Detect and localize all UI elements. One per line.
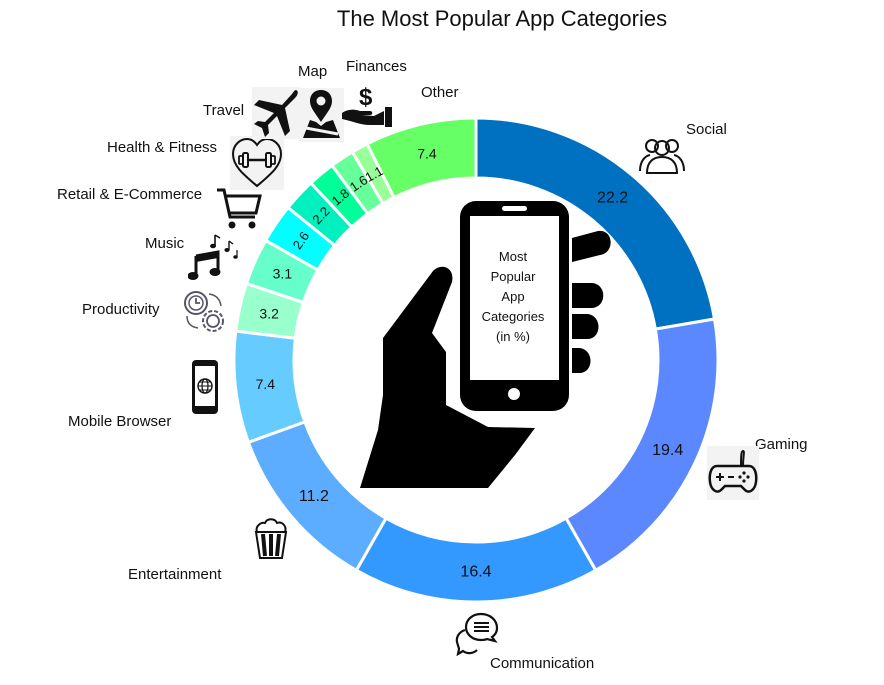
finger-2 (572, 283, 604, 308)
category-label-music: Music (145, 235, 185, 252)
category-label-mobile-browser: Mobile Browser (68, 413, 172, 430)
value-label: 22.2 (597, 189, 628, 206)
category-label-gaming: Gaming (755, 436, 808, 453)
value-label: 3.1 (273, 266, 293, 282)
category-label-health-fitness: Health & Fitness (107, 139, 218, 156)
heart-dumbbell-icon (230, 136, 284, 190)
value-label: 3.2 (259, 306, 279, 322)
smartphone-globe-icon (192, 360, 218, 414)
donut-segment-communication (354, 516, 598, 604)
category-label-social: Social (686, 121, 727, 138)
value-label: 11.2 (299, 488, 329, 505)
finger-3 (572, 314, 599, 339)
category-label-travel: Travel (203, 102, 245, 119)
category-label-communication: Communication (490, 655, 595, 672)
center-label: Most Popular App Categories (in %) (468, 247, 558, 347)
gamepad-icon (707, 446, 759, 500)
popcorn-icon (254, 518, 288, 559)
category-label-other: Other (421, 84, 459, 101)
center-label-line: (in %) (496, 329, 530, 344)
music-notes-icon (188, 234, 238, 280)
center-label-line: Popular (490, 269, 536, 284)
svg-text:$: $ (359, 84, 373, 111)
category-label-map: Map (298, 63, 328, 80)
value-label: 7.4 (256, 376, 276, 392)
value-label: 16.4 (460, 564, 491, 581)
airplane-icon (252, 87, 300, 139)
category-label-entertainment: Entertainment (128, 566, 222, 583)
value-label: 7.4 (417, 146, 437, 162)
category-label-productivity: Productivity (82, 301, 160, 318)
category-label-finances: Finances (346, 58, 407, 75)
clock-gear-icon (184, 291, 224, 332)
phone-home-button (508, 388, 520, 400)
center-label-line: Most (498, 249, 528, 264)
map-pin-icon (300, 88, 344, 142)
money-hand-icon: $ (342, 84, 392, 127)
chat-bubbles-icon (455, 612, 499, 656)
finger-1 (572, 230, 611, 262)
category-label-retail: Retail & E-Commerce (57, 186, 203, 203)
shopping-cart-icon (217, 188, 262, 229)
phone-speaker (502, 206, 527, 211)
value-label: 19.4 (652, 442, 683, 459)
center-label-line: Categories (481, 309, 545, 324)
people-icon (639, 139, 685, 174)
finger-4 (572, 348, 591, 373)
center-label-line: App (501, 289, 525, 304)
